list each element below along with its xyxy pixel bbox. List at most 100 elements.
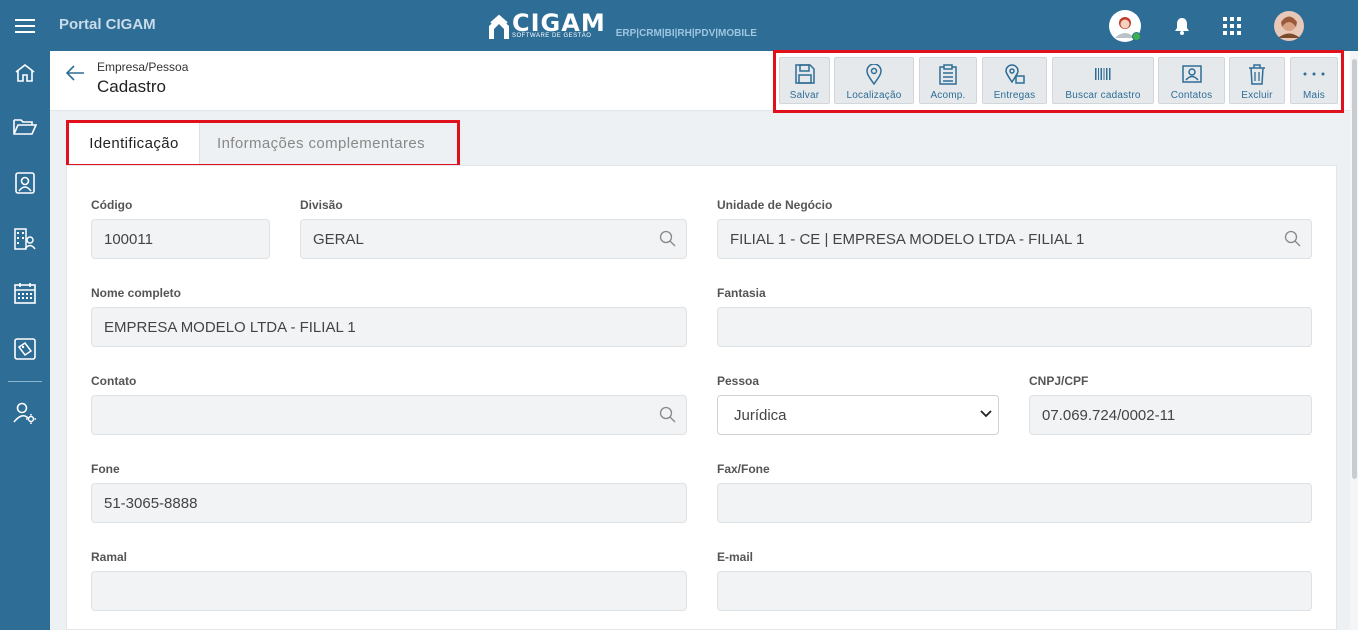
codigo-label: Código [91, 198, 133, 212]
top-bar: Portal CIGAM CIGAM SOFTWARE DE GESTÃO ER… [0, 0, 1358, 51]
building-icon [14, 228, 36, 250]
logo-mark-icon [489, 14, 509, 39]
back-button[interactable] [65, 64, 85, 87]
delivery-icon [1004, 64, 1025, 84]
barcode-icon [1095, 68, 1111, 80]
contato-field[interactable] [91, 395, 687, 435]
contato-label: Contato [91, 374, 137, 388]
cnpj-value: 07.069.724/0002-11 [1042, 406, 1176, 424]
sidebar-item-building[interactable] [0, 219, 50, 259]
sidebar [0, 51, 50, 630]
bell-icon [1175, 18, 1189, 35]
calendar-icon [14, 283, 36, 304]
search-registry-button[interactable]: Buscar cadastro [1052, 57, 1154, 104]
tag-icon [14, 338, 36, 360]
page-scrollbar[interactable] [1350, 51, 1358, 630]
logo-word: CIGAM [512, 9, 606, 37]
clipboard-icon [939, 63, 957, 85]
hamburger-menu-button[interactable] [0, 0, 50, 51]
logo-modules: ERP|CRM|BI|RH|PDV|MOBILE [615, 28, 757, 39]
contact-card-icon [1181, 65, 1202, 83]
fone-value: 51-3065-8888 [104, 494, 198, 512]
deliveries-button[interactable]: Entregas [982, 57, 1047, 104]
apps-button[interactable] [1216, 10, 1248, 42]
nome-field[interactable]: EMPRESA MODELO LTDA - FILIAL 1 [91, 307, 687, 347]
more-icon [1303, 72, 1325, 76]
sidebar-item-calendar[interactable] [0, 273, 50, 313]
unidade-label: Unidade de Negócio [717, 198, 833, 212]
save-icon [794, 64, 815, 84]
location-label: Localização [846, 90, 902, 101]
fantasia-field[interactable] [717, 307, 1312, 347]
profile-photo-icon [1274, 11, 1304, 41]
sidebar-item-user-settings[interactable] [0, 393, 50, 433]
fantasia-label: Fantasia [717, 286, 766, 300]
form-card: Código 100011 Divisão GERAL Unidade de N… [66, 165, 1337, 630]
email-field[interactable] [717, 571, 1312, 611]
nome-label: Nome completo [91, 286, 182, 300]
cigam-logo: CIGAM SOFTWARE DE GESTÃO ERP|CRM|BI|RH|P… [488, 9, 757, 40]
fone-label: Fone [91, 462, 120, 476]
email-label: E-mail [717, 550, 754, 564]
sidebar-item-contacts[interactable] [0, 163, 50, 203]
search-icon[interactable] [659, 406, 677, 424]
unidade-field[interactable]: FILIAL 1 - CE | EMPRESA MODELO LTDA - FI… [717, 219, 1312, 259]
search-icon[interactable] [1284, 230, 1302, 248]
scrollbar-thumb[interactable] [1352, 59, 1357, 479]
save-label: Salvar [789, 90, 820, 101]
sidebar-divider [8, 381, 42, 382]
sidebar-item-home[interactable] [0, 53, 50, 93]
page-title: Cadastro [97, 77, 166, 96]
sidebar-item-tag[interactable] [0, 329, 50, 369]
profile-photo-button[interactable] [1273, 10, 1305, 42]
more-button[interactable]: Mais [1290, 57, 1338, 104]
chevron-down-icon [980, 410, 992, 418]
breadcrumb[interactable]: Empresa/Pessoa [97, 60, 188, 74]
delete-button[interactable]: Excluir [1229, 57, 1285, 104]
deliveries-label: Entregas [993, 90, 1036, 101]
fax-field[interactable] [717, 483, 1312, 523]
tab-strip: Identificação Informações complementares [66, 120, 460, 167]
contacts-button[interactable]: Contatos [1158, 57, 1225, 104]
search-icon[interactable] [659, 230, 677, 248]
tab-informacoes-complementares[interactable]: Informações complementares [217, 123, 425, 164]
divisao-field[interactable]: GERAL [300, 219, 687, 259]
acomp-button[interactable]: Acomp. [919, 57, 977, 104]
fax-label: Fax/Fone [717, 462, 770, 476]
back-arrow-icon [65, 65, 84, 81]
folder-icon [13, 119, 37, 135]
user-avatar-button[interactable] [1109, 10, 1141, 42]
fone-field[interactable]: 51-3065-8888 [91, 483, 687, 523]
divisao-value: GERAL [313, 230, 364, 248]
online-status-badge [1132, 32, 1141, 41]
acomp-label: Acomp. [930, 90, 966, 101]
more-label: Mais [1303, 90, 1325, 101]
menu-icon [15, 18, 35, 33]
nome-value: EMPRESA MODELO LTDA - FILIAL 1 [104, 318, 356, 336]
home-icon [15, 63, 35, 82]
logo-subtitle: SOFTWARE DE GESTÃO [512, 33, 592, 39]
action-toolbar: Salvar Localização Acomp. Entregas Busca… [773, 50, 1344, 113]
codigo-field[interactable]: 100011 [91, 219, 270, 259]
pessoa-value: Jurídica [734, 406, 787, 424]
delete-label: Excluir [1241, 90, 1273, 101]
tab-identificacao[interactable]: Identificação [69, 123, 200, 164]
cnpj-field[interactable]: 07.069.724/0002-11 [1029, 395, 1312, 435]
user-settings-icon [13, 402, 36, 424]
pessoa-select[interactable]: Jurídica [717, 395, 999, 435]
apps-grid-icon [1223, 17, 1241, 35]
sidebar-item-folder[interactable] [0, 107, 50, 147]
contacts-label: Contatos [1170, 90, 1213, 101]
divisao-label: Divisão [300, 198, 343, 212]
codigo-value: 100011 [104, 230, 153, 248]
unidade-value: FILIAL 1 - CE | EMPRESA MODELO LTDA - FI… [730, 230, 1085, 248]
location-button[interactable]: Localização [834, 57, 914, 104]
search-registry-label: Buscar cadastro [1065, 90, 1141, 101]
cnpj-label: CNPJ/CPF [1029, 374, 1089, 388]
ramal-field[interactable] [91, 571, 687, 611]
notifications-button[interactable] [1166, 10, 1198, 42]
ramal-label: Ramal [91, 550, 128, 564]
contacts-icon [15, 172, 35, 194]
save-button[interactable]: Salvar [779, 57, 830, 104]
portal-title[interactable]: Portal CIGAM [59, 16, 156, 33]
